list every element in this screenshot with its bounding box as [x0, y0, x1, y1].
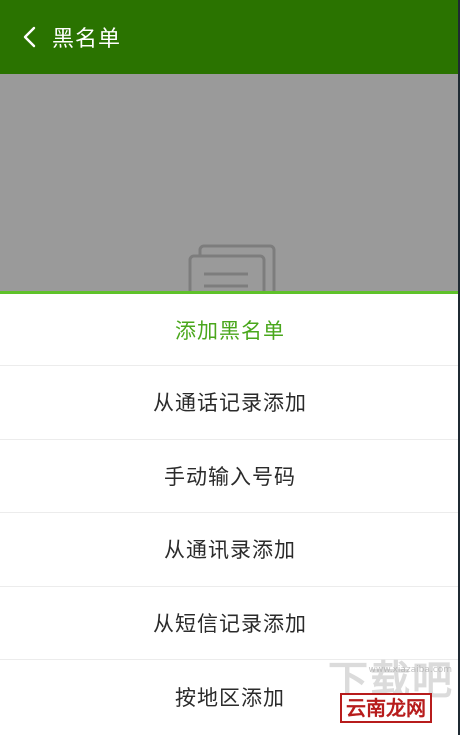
dimmed-content[interactable] — [0, 74, 460, 292]
back-button[interactable] — [16, 23, 44, 51]
app-bar: 黑名单 — [0, 0, 460, 74]
option-from-sms[interactable]: 从短信记录添加 — [0, 587, 460, 660]
option-by-region[interactable]: 按地区添加 — [0, 660, 460, 734]
chevron-left-icon — [23, 26, 36, 48]
option-manual-input[interactable]: 手动输入号码 — [0, 440, 460, 513]
document-stack-icon — [188, 244, 276, 292]
add-blacklist-sheet: 添加黑名单 从通话记录添加 手动输入号码 从通讯录添加 从短信记录添加 按地区添… — [0, 291, 460, 735]
page-title: 黑名单 — [52, 27, 122, 52]
option-from-call-log[interactable]: 从通话记录添加 — [0, 366, 460, 440]
sheet-title: 添加黑名单 — [0, 294, 460, 366]
option-from-contacts[interactable]: 从通讯录添加 — [0, 513, 460, 587]
